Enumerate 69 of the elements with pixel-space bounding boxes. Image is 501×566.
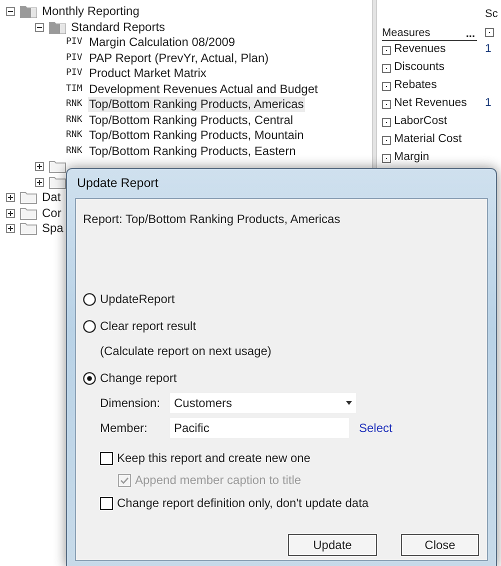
- tree-item[interactable]: Standard Reports: [71, 20, 166, 35]
- folder-icon: [49, 160, 66, 174]
- tree-item[interactable]: Monthly Reporting: [42, 4, 140, 20]
- report-type-code: RNK: [66, 129, 84, 142]
- folder-icon: [20, 206, 37, 220]
- checkbox[interactable]: [100, 452, 113, 464]
- report-type-code: RNK: [66, 98, 84, 111]
- measure-label[interactable]: Discounts: [394, 59, 444, 77]
- more-button[interactable]: ...: [466, 29, 475, 40]
- dialog-button[interactable]: Close: [401, 534, 479, 556]
- measure-label[interactable]: Net Revenues: [394, 95, 467, 113]
- tree-item[interactable]: Top/Bottom Ranking Products, Eastern: [88, 144, 297, 159]
- report-type-code: RNK: [66, 144, 84, 158]
- tree-item[interactable]: Margin Calculation 08/2009: [88, 35, 236, 50]
- tree-item[interactable]: Top/Bottom Ranking Products, Mountain: [88, 128, 305, 144]
- tree-item[interactable]: PAP Report (PrevYr, Actual, Plan): [88, 50, 270, 66]
- window-title: Update Report: [76, 175, 160, 192]
- radio-label: Change report: [100, 370, 177, 387]
- measure-label[interactable]: Margin: [394, 149, 430, 167]
- folder-icon: [49, 176, 66, 189]
- expand-icon[interactable]: [35, 162, 44, 172]
- checkbox[interactable]: [100, 496, 113, 510]
- measure-label[interactable]: Revenues: [394, 41, 446, 59]
- collapse-icon[interactable]: [35, 22, 44, 32]
- radio-button[interactable]: [83, 372, 96, 384]
- checkbox-label: Append member caption to title: [135, 472, 302, 489]
- column-header: Sc: [485, 7, 498, 22]
- radio-button[interactable]: [83, 320, 96, 332]
- checkbox-label: Change report definition only, don't update data: [117, 495, 369, 512]
- dropdown-arrow-icon: [346, 401, 352, 405]
- folder-icon: [20, 5, 37, 18]
- tree-item[interactable]: Product Market Matrix: [88, 66, 208, 82]
- folder-icon: [20, 191, 37, 204]
- dimension-dropdown[interactable]: Customers: [170, 393, 356, 413]
- report-type-code: PIV: [66, 36, 84, 49]
- expand-icon[interactable]: [6, 208, 15, 218]
- radio-button[interactable]: [83, 292, 96, 306]
- report-type-code: PIV: [66, 52, 84, 64]
- tree-item[interactable]: Spa: [42, 221, 64, 236]
- dialog-button[interactable]: Update: [288, 534, 377, 556]
- table-cell-text: 1: [485, 96, 492, 112]
- measure-label[interactable]: Material Cost: [394, 131, 462, 149]
- field-label: Dimension:: [100, 395, 162, 412]
- tree-item[interactable]: Cor: [42, 206, 62, 221]
- checkbox-label: Keep this report and create new one: [117, 450, 310, 467]
- folder-icon: [20, 222, 37, 236]
- expand-icon[interactable]: [35, 178, 44, 187]
- table-cell-text: 1: [485, 42, 492, 58]
- folder-icon: [49, 20, 66, 34]
- select-link[interactable]: Select: [359, 419, 392, 437]
- tree-item[interactable]: Top/Bottom Ranking Products, Central: [88, 112, 294, 128]
- radio-label: UpdateReport: [100, 291, 175, 308]
- tree-item[interactable]: Dat: [42, 190, 61, 206]
- field-label: Member:: [100, 420, 148, 437]
- tree-item[interactable]: Top/Bottom Ranking Products, Americas: [88, 97, 305, 112]
- radio-label: Clear report result: [100, 318, 196, 335]
- option-note: (Calculate report on next usage): [99, 343, 272, 360]
- report-type-code: TIM: [66, 82, 84, 96]
- expand-icon[interactable]: [6, 193, 15, 202]
- collapse-icon[interactable]: [6, 7, 15, 16]
- report-type-code: RNK: [66, 114, 84, 126]
- report-name: Report: Top/Bottom Ranking Products, Americas: [83, 211, 342, 228]
- tree-item[interactable]: Development Revenues Actual and Budget: [88, 82, 319, 97]
- measure-label[interactable]: Rebates: [394, 77, 437, 95]
- column-header: Measures: [382, 27, 430, 40]
- measure-label[interactable]: LaborCost: [394, 113, 448, 131]
- expand-icon[interactable]: [6, 224, 15, 234]
- report-type-code: PIV: [66, 67, 84, 80]
- member-field[interactable]: Pacific: [170, 418, 349, 438]
